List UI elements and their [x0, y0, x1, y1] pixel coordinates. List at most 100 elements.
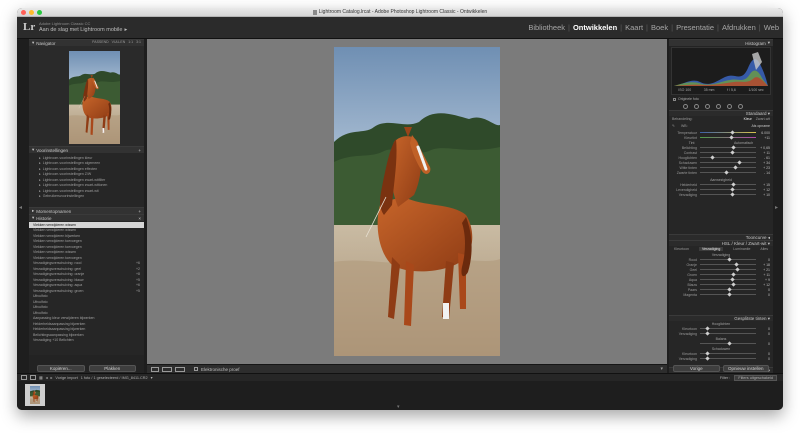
copy-settings-button[interactable]: Kopiëren... [37, 365, 85, 372]
slider-track[interactable] [700, 187, 756, 192]
slider-handle[interactable] [730, 187, 735, 192]
zoom-1-1[interactable]: 1:1 [128, 40, 133, 44]
reset-button[interactable]: Opnieuw instellen [722, 365, 769, 372]
history-item[interactable]: Verzadiging +10 Belichten [29, 338, 144, 344]
original-photo-checkbox[interactable] [673, 97, 676, 101]
left-panel-toggle-icon[interactable]: ◂ [19, 204, 25, 216]
module-web[interactable]: Web [764, 23, 779, 32]
filmstrip-thumbnail[interactable] [25, 384, 45, 406]
paste-settings-button[interactable]: Plakken [88, 365, 136, 372]
radial-filter-icon[interactable] [727, 103, 732, 109]
slider-handle[interactable] [730, 150, 735, 155]
slider-track[interactable] [700, 331, 756, 336]
slider-track[interactable] [700, 326, 756, 331]
slider-track[interactable] [700, 287, 756, 292]
slider-handle[interactable] [727, 341, 732, 346]
tab-verzadiging[interactable]: Verzadiging [698, 247, 724, 251]
before-after-swap-icon[interactable] [175, 366, 185, 372]
grid-icon[interactable]: ▦ [39, 375, 43, 380]
previous-import-source[interactable]: Vorige import [55, 376, 77, 380]
zoom-window-button[interactable] [37, 10, 42, 15]
slider-handle[interactable] [727, 287, 732, 292]
slider-handle[interactable] [730, 277, 735, 282]
right-panel-toggle-icon[interactable]: ▸ [775, 204, 781, 216]
slider-handle[interactable] [736, 160, 742, 165]
slider-track[interactable] [700, 341, 756, 346]
module-book[interactable]: Boek [651, 23, 668, 32]
wb-picker-icon[interactable]: ✎ [672, 124, 675, 128]
slider-track[interactable] [700, 182, 756, 187]
slider-handle[interactable] [732, 165, 738, 170]
filmstrip-toggle-icon[interactable]: ▾ [397, 404, 400, 410]
slider-zwarte-tinten[interactable]: Zwarte tinten - 14 [669, 170, 773, 175]
slider-track[interactable] [700, 160, 756, 165]
graduated-filter-icon[interactable] [716, 103, 721, 109]
tab-kleurtoon[interactable]: Kleurtoon [674, 247, 689, 251]
spot-removal-tool-icon[interactable] [694, 103, 699, 109]
slider-track[interactable] [700, 282, 756, 287]
identity-plate[interactable]: Aan de slag met Lightroom mobile ▸ [39, 27, 127, 33]
module-slideshow[interactable]: Presentatie [676, 23, 714, 32]
red-eye-tool-icon[interactable] [705, 103, 710, 109]
before-after-icon[interactable] [162, 366, 172, 372]
slider-track[interactable] [700, 155, 756, 160]
loupe-view[interactable] [147, 39, 667, 364]
slider-track[interactable] [700, 145, 756, 150]
slider-track[interactable] [700, 351, 756, 356]
tab-alles[interactable]: Alles [760, 247, 768, 251]
presets-header[interactable]: ▾ Voorinstellingen + [29, 146, 144, 153]
history-header[interactable]: ▾ Historie × [29, 214, 144, 221]
slider-track[interactable] [700, 170, 756, 175]
zoom-fill[interactable]: VULLEN [112, 40, 126, 44]
slider-handle[interactable] [735, 267, 740, 272]
slider-handle[interactable] [727, 292, 732, 297]
add-snapshot-icon[interactable]: + [138, 209, 141, 214]
slider-handle[interactable] [731, 282, 737, 287]
slider-handle[interactable] [734, 262, 739, 267]
crop-tool-icon[interactable] [683, 103, 688, 109]
histogram-header[interactable]: Histogram ▾ [669, 39, 773, 46]
treatment-bw[interactable]: Zwart-wit [756, 117, 770, 121]
toolbar-menu-icon[interactable]: ▾ [660, 366, 663, 372]
slider-verzadiging[interactable]: Verzadiging + 10 [669, 192, 773, 197]
slider-track[interactable] [700, 150, 756, 155]
slider-handle[interactable] [710, 155, 715, 160]
slider-track[interactable] [700, 272, 756, 277]
slider-track[interactable] [700, 192, 756, 197]
slider-track[interactable] [700, 165, 756, 170]
add-preset-icon[interactable]: + [138, 148, 141, 153]
module-develop[interactable]: Ontwikkelen [573, 23, 617, 32]
slider-handle[interactable] [704, 356, 710, 361]
slider-track[interactable] [700, 257, 756, 262]
adjustment-brush-icon[interactable] [738, 103, 743, 109]
slider-handle[interactable] [727, 257, 732, 262]
secondary-window-1-icon[interactable] [21, 375, 27, 380]
main-photo[interactable] [334, 47, 500, 356]
back-arrow-icon[interactable]: ◂ [46, 375, 48, 380]
auto-tone-button[interactable]: Automatisch [734, 141, 753, 145]
snapshots-header[interactable]: ▸ Momentopnamen + [29, 207, 144, 214]
module-map[interactable]: Kaart [625, 23, 643, 32]
secondary-window-2-icon[interactable] [30, 375, 36, 380]
zoom-3-1[interactable]: 3:1 [136, 40, 141, 44]
slider-handle[interactable] [730, 192, 735, 197]
slider-track[interactable] [700, 267, 756, 272]
slider-handle[interactable] [704, 331, 710, 336]
slider-magenta[interactable]: Magenta 0 [669, 292, 773, 297]
slider-handle[interactable] [724, 170, 729, 175]
slider-track[interactable] [700, 277, 756, 282]
module-print[interactable]: Afdrukken [722, 23, 756, 32]
navigator-preview[interactable]: PASSEND VULLEN 1:1 3:1 [29, 40, 144, 146]
close-window-button[interactable] [21, 10, 26, 15]
preset-folder[interactable]: ▸ Gebruikersvoorinstellingen [39, 194, 144, 200]
tab-luminantie[interactable]: Luminantie [733, 247, 750, 251]
zoom-fit[interactable]: PASSEND [92, 40, 108, 44]
slider-track[interactable] [700, 292, 756, 297]
module-library[interactable]: Bibliotheek [528, 23, 565, 32]
forward-arrow-icon[interactable]: ▸ [51, 375, 53, 380]
clear-history-icon[interactable]: × [138, 216, 141, 221]
previous-button[interactable]: Vorige [673, 365, 720, 372]
slider-verzadiging[interactable]: Verzadiging 0 [669, 356, 773, 361]
loupe-view-icon[interactable] [151, 366, 159, 372]
slider-track[interactable] [700, 262, 756, 267]
